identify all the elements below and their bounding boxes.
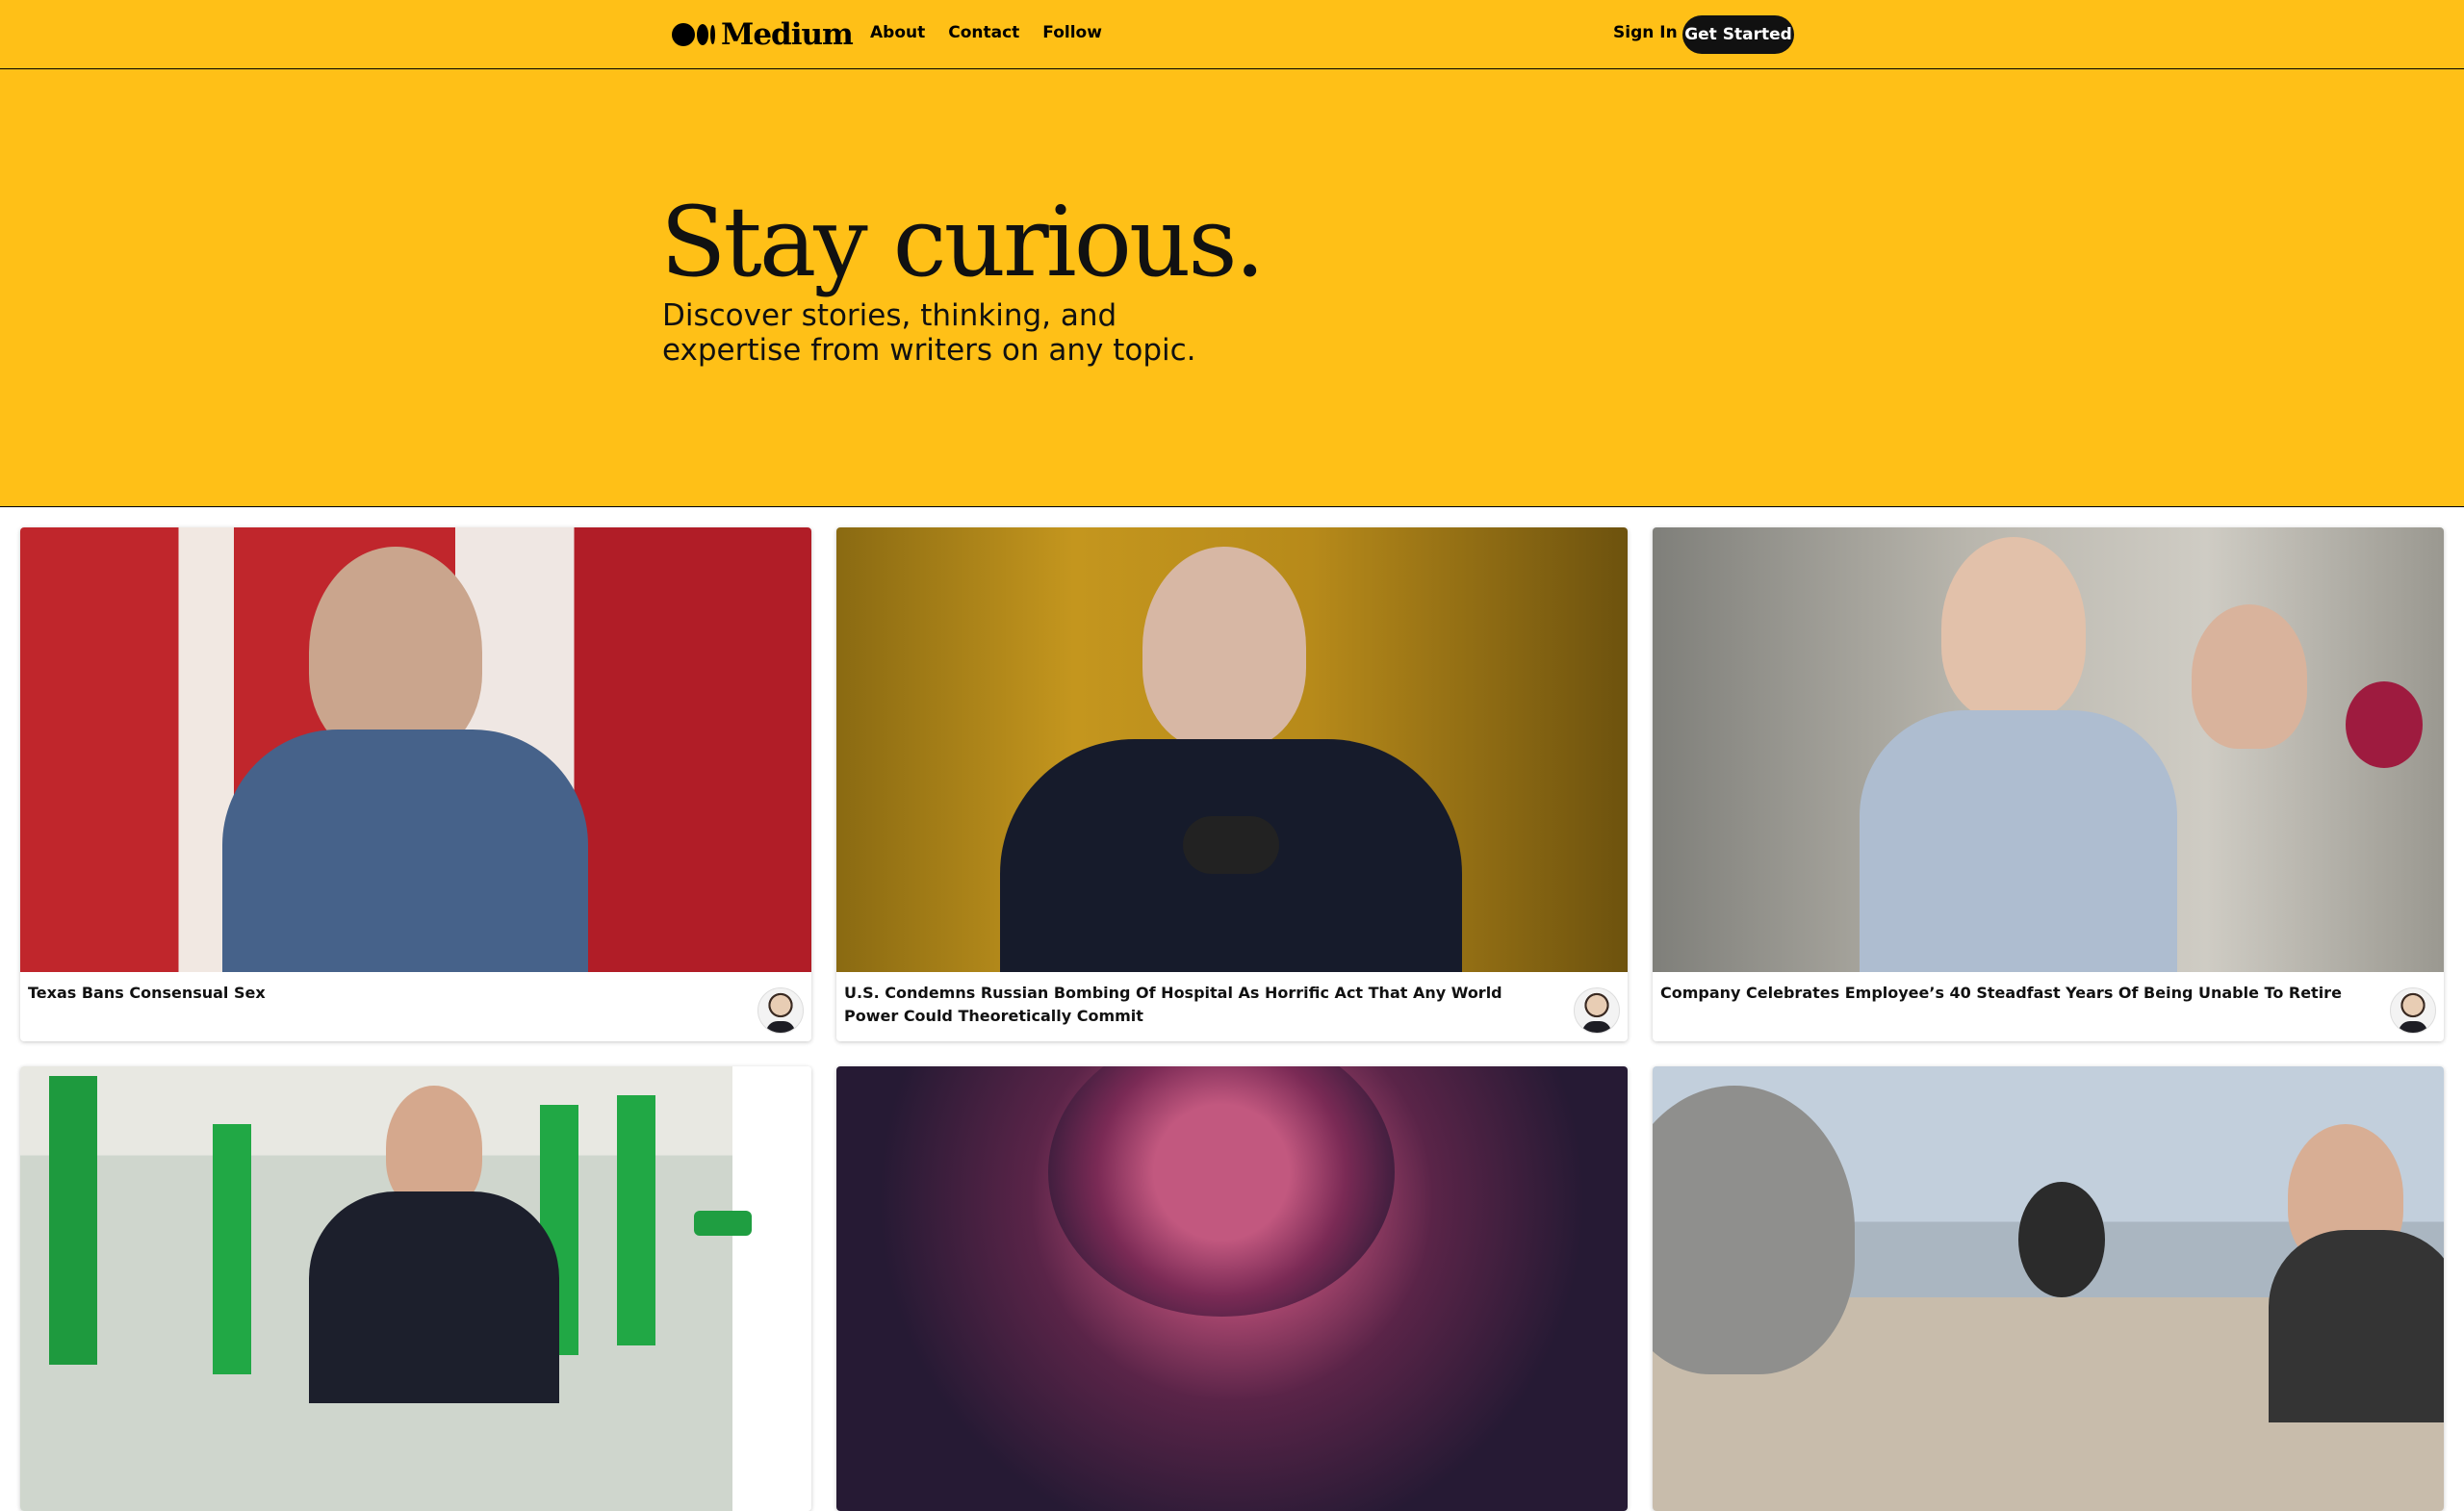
bird-figure [2018,1182,2105,1297]
nav-about-link[interactable]: About [870,23,925,42]
story-thumbnail[interactable] [1653,527,2444,972]
story-thumbnail[interactable] [836,1066,1628,1511]
author-avatar[interactable] [2390,987,2436,1034]
primary-nav: About Contact Follow [870,23,1102,42]
microphone-icon [1183,816,1279,874]
blazer-figure [1860,710,2177,972]
get-started-button[interactable]: Get Started [1682,15,1794,54]
top-navigation-bar: Medium About Contact Follow Sign In Get … [0,0,2464,69]
nav-contact-link[interactable]: Contact [948,23,1019,42]
person-figure [309,547,482,758]
virus-illustration [1048,1066,1395,1317]
author-avatar[interactable] [1574,987,1620,1034]
story-title[interactable]: Company Celebrates Employee’s 40 Steadfa… [1660,982,2363,1005]
story-thumbnail[interactable] [1653,1066,2444,1511]
person-figure [1653,1086,1855,1374]
story-card[interactable] [1653,1066,2444,1511]
gas-station-image [20,1066,752,1511]
story-footer: Company Celebrates Employee’s 40 Steadfa… [1653,972,2444,1041]
suit-figure [222,730,588,972]
hero-banner: Stay curious. Discover stories, thinking… [0,69,2464,507]
story-thumbnail[interactable] [20,527,811,972]
story-title[interactable]: U.S. Condemns Russian Bombing Of Hospita… [844,982,1547,1028]
hero-title: Stay curious. [660,186,1266,298]
story-title[interactable]: Texas Bans Consensual Sex [28,982,731,1005]
story-footer: U.S. Condemns Russian Bombing Of Hospita… [836,972,1628,1041]
story-thumbnail[interactable] [836,527,1628,972]
brand-name: Medium [721,17,854,52]
story-card[interactable]: U.S. Condemns Russian Bombing Of Hospita… [836,527,1628,1041]
author-avatar[interactable] [757,987,804,1034]
person-figure [1941,537,2086,720]
story-card[interactable]: Company Celebrates Employee’s 40 Steadfa… [1653,527,2444,1041]
balloon-icon [2346,681,2423,768]
story-thumbnail[interactable] [20,1066,811,1511]
story-footer: Texas Bans Consensual Sex [20,972,811,1041]
nav-follow-link[interactable]: Follow [1042,23,1102,42]
medium-logo[interactable]: Medium [672,17,854,52]
coworker-figure [2192,604,2307,749]
story-card[interactable]: Texas Bans Consensual Sex [20,527,811,1041]
hero-subtitle: Discover stories, thinking, and expertis… [662,298,1196,368]
person-figure [1142,547,1306,749]
story-card[interactable] [836,1066,1628,1511]
sign-in-link[interactable]: Sign In [1613,23,1678,42]
story-card[interactable] [20,1066,811,1511]
story-grid: Texas Bans Consensual Sex U.S. Condemns … [0,527,2464,1511]
jacket-figure [2269,1230,2444,1422]
medium-logo-icon [672,23,715,46]
